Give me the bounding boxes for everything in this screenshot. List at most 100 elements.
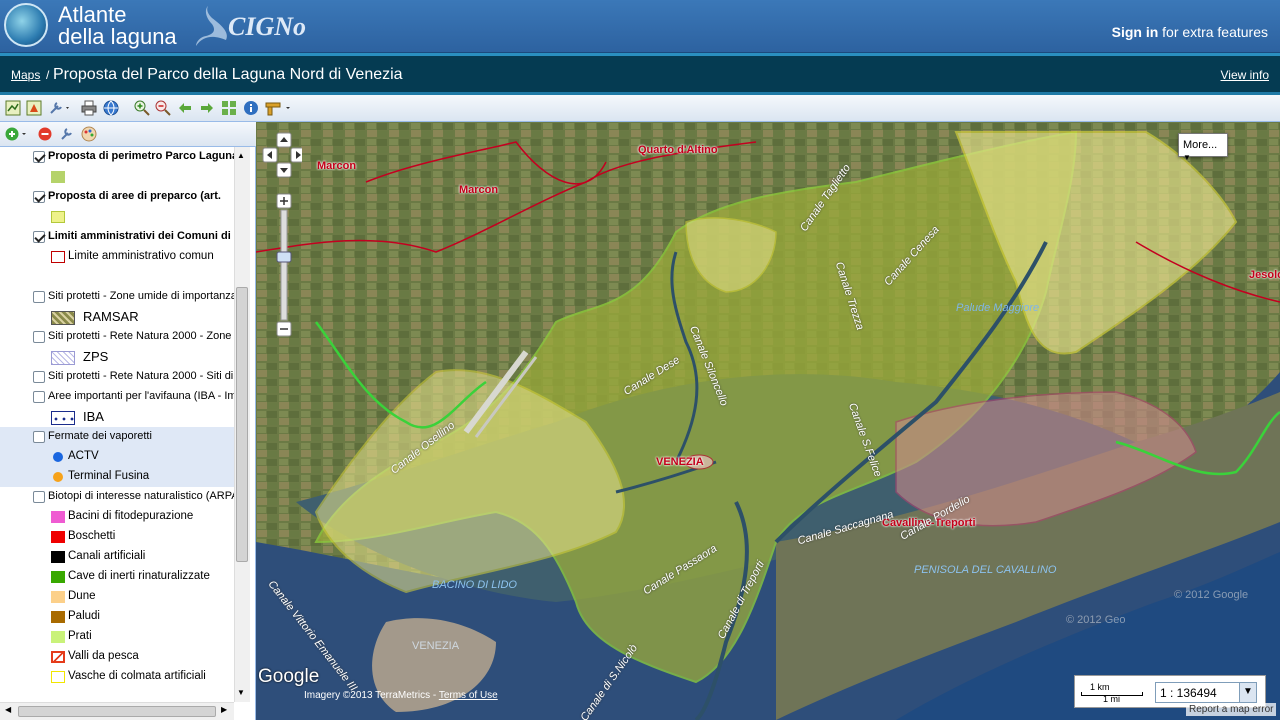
- legend-symbol-label: Prati: [68, 630, 92, 642]
- layer-visibility-checkbox[interactable]: [33, 491, 45, 503]
- layer-label[interactable]: Fermate dei vaporetti: [48, 430, 234, 442]
- layer-visibility-checkbox[interactable]: [33, 331, 45, 343]
- layer-visibility-checkbox[interactable]: [33, 191, 45, 203]
- layer-visibility-checkbox[interactable]: [33, 391, 45, 403]
- chevron-down-icon: ▼: [1183, 153, 1191, 162]
- legend-swatch: [51, 671, 65, 683]
- layer-row[interactable]: Limiti amministrativi dei Comuni di: [0, 227, 234, 247]
- legend-symbol-label: Limite amministrativo comun: [68, 250, 214, 262]
- breadcrumb-maps-link[interactable]: Maps: [11, 68, 40, 82]
- layer-visibility-checkbox[interactable]: [33, 291, 45, 303]
- main-toolbar: [0, 95, 1280, 122]
- scale-mi-label: 1 mi: [1103, 694, 1121, 704]
- back-icon[interactable]: [177, 100, 193, 116]
- layer-label[interactable]: Proposta di aree di preparco (art.: [48, 190, 234, 202]
- report-map-error-link[interactable]: Report a map error: [1186, 703, 1277, 716]
- layer-label[interactable]: Siti protetti - Rete Natura 2000 - Siti …: [48, 370, 234, 382]
- layer-tree-hscroll-thumb[interactable]: [18, 706, 216, 717]
- terms-of-use-link[interactable]: Terms of Use: [439, 690, 498, 701]
- legend-symbol-label: ZPS: [83, 349, 109, 364]
- globe-icon[interactable]: [103, 100, 119, 116]
- scroll-down-arrow-icon[interactable]: ▼: [237, 688, 245, 697]
- layer-row[interactable]: Aree importanti per l'avifauna (IBA - Im: [0, 387, 234, 407]
- scroll-right-arrow-icon[interactable]: ▶: [221, 705, 227, 714]
- legend-symbol-row: Valli da pesca: [0, 647, 234, 667]
- tools-dropdown-icon[interactable]: [48, 100, 72, 116]
- add-layer-icon[interactable]: [5, 126, 29, 142]
- layer-tree-vscroll-thumb[interactable]: [236, 287, 248, 562]
- legend-symbol-row: Cave di inerti rinaturalizzate: [0, 567, 234, 587]
- legend-symbol-row: ACTV: [0, 447, 234, 467]
- layer-row[interactable]: Siti protetti - Zone umide di importanza: [0, 287, 234, 307]
- map-copyright-google: © 2012 Google: [1174, 589, 1249, 601]
- layer-panel-toolbar: [0, 122, 256, 147]
- more-layers-button[interactable]: More... ▼: [1178, 133, 1228, 162]
- layer-row[interactable]: Fermate dei vaporetti: [0, 427, 234, 447]
- map-attribution: Imagery ©2013 TerraMetrics - Terms of Us…: [304, 690, 498, 701]
- layer-label[interactable]: Siti protetti - Zone umide di importanza: [48, 290, 234, 302]
- scroll-up-arrow-icon[interactable]: ▲: [237, 151, 245, 160]
- legend-symbol-row: [0, 207, 234, 227]
- scale-select[interactable]: 1 : 136494 ▼: [1155, 682, 1257, 703]
- legend-symbol-row: IBA: [0, 407, 234, 427]
- layer-row[interactable]: Biotopi di interesse naturalistico (ARPA: [0, 487, 234, 507]
- layer-row[interactable]: Siti protetti - Rete Natura 2000 - Zone …: [0, 327, 234, 347]
- info-icon[interactable]: [243, 100, 259, 116]
- legend-symbol-label: Cave di inerti rinaturalizzate: [68, 570, 210, 582]
- layer-row[interactable]: Proposta di perimetro Parco Laguna: [0, 147, 234, 167]
- legend-swatch: [51, 511, 65, 523]
- layer-label[interactable]: Proposta di perimetro Parco Laguna: [48, 150, 234, 162]
- layer-label[interactable]: Biotopi di interesse naturalistico (ARPA: [48, 490, 234, 502]
- layer-row[interactable]: Proposta di aree di preparco (art.: [0, 187, 234, 207]
- scroll-left-arrow-icon[interactable]: ◀: [5, 705, 11, 714]
- map-copyright-geo: © 2012 Geo: [1066, 614, 1126, 626]
- map-properties-icon[interactable]: [5, 100, 21, 116]
- legend-swatch: [51, 351, 75, 365]
- breadcrumb-separator: /: [46, 68, 50, 82]
- remove-layer-icon[interactable]: [37, 126, 53, 142]
- zoom-out-icon[interactable]: [155, 100, 171, 116]
- forward-icon[interactable]: [199, 100, 215, 116]
- measure-dropdown-icon[interactable]: [265, 100, 293, 116]
- legend-swatch: [51, 571, 65, 583]
- layer-visibility-checkbox[interactable]: [33, 151, 45, 163]
- zoom-in-icon[interactable]: [134, 100, 150, 116]
- legend-symbol-row: [0, 167, 234, 187]
- legend-swatch: [51, 591, 65, 603]
- logo-title-line1: Atlante: [58, 2, 127, 27]
- legend-swatch: [51, 531, 65, 543]
- print-icon[interactable]: [81, 100, 97, 116]
- layer-tree: Proposta di perimetro Parco Laguna Propos…: [0, 147, 234, 702]
- legend-symbol-label: Paludi: [68, 610, 100, 622]
- save-map-icon[interactable]: [26, 100, 42, 116]
- layer-label[interactable]: Siti protetti - Rete Natura 2000 - Zone …: [48, 330, 234, 342]
- map-view[interactable]: Marcon Marcon Quarto d'Altino VENEZIA Ca…: [256, 122, 1280, 720]
- layer-properties-icon[interactable]: [59, 126, 75, 142]
- legend-swatch: [53, 452, 63, 462]
- legend-symbol-row: Canali artificiali: [0, 547, 234, 567]
- map-canvas[interactable]: [256, 122, 1280, 720]
- style-icon[interactable]: [81, 126, 97, 142]
- layer-visibility-checkbox[interactable]: [33, 371, 45, 383]
- layer-row[interactable]: Siti protetti - Rete Natura 2000 - Siti …: [0, 367, 234, 387]
- layer-visibility-checkbox[interactable]: [33, 231, 45, 243]
- legend-swatch: [51, 411, 75, 425]
- legend-swatch: [51, 611, 65, 623]
- zoom-extent-icon[interactable]: [221, 100, 237, 116]
- signin-link[interactable]: Sign in: [1112, 24, 1159, 40]
- legend-swatch: [51, 251, 65, 263]
- page-title: Proposta del Parco della Laguna Nord di …: [53, 66, 403, 83]
- pan-zoom-control[interactable]: [262, 132, 302, 337]
- view-info-link[interactable]: View info: [1221, 68, 1269, 82]
- layer-label[interactable]: Aree importanti per l'avifauna (IBA - Im: [48, 390, 234, 402]
- legend-symbol-label: Boschetti: [68, 530, 116, 542]
- legend-symbol-row: RAMSAR: [0, 307, 234, 327]
- layer-panel: Proposta di perimetro Parco Laguna Propos…: [0, 122, 256, 720]
- legend-swatch: [51, 171, 65, 183]
- legend-symbol-row: Paludi: [0, 607, 234, 627]
- layer-visibility-checkbox[interactable]: [33, 431, 45, 443]
- legend-symbol-row: Bacini di fitodepurazione: [0, 507, 234, 527]
- map-titlebar: Maps / Proposta del Parco della Laguna N…: [0, 53, 1280, 95]
- legend-swatch: [51, 651, 65, 663]
- layer-label[interactable]: Limiti amministrativi dei Comuni di: [48, 230, 234, 242]
